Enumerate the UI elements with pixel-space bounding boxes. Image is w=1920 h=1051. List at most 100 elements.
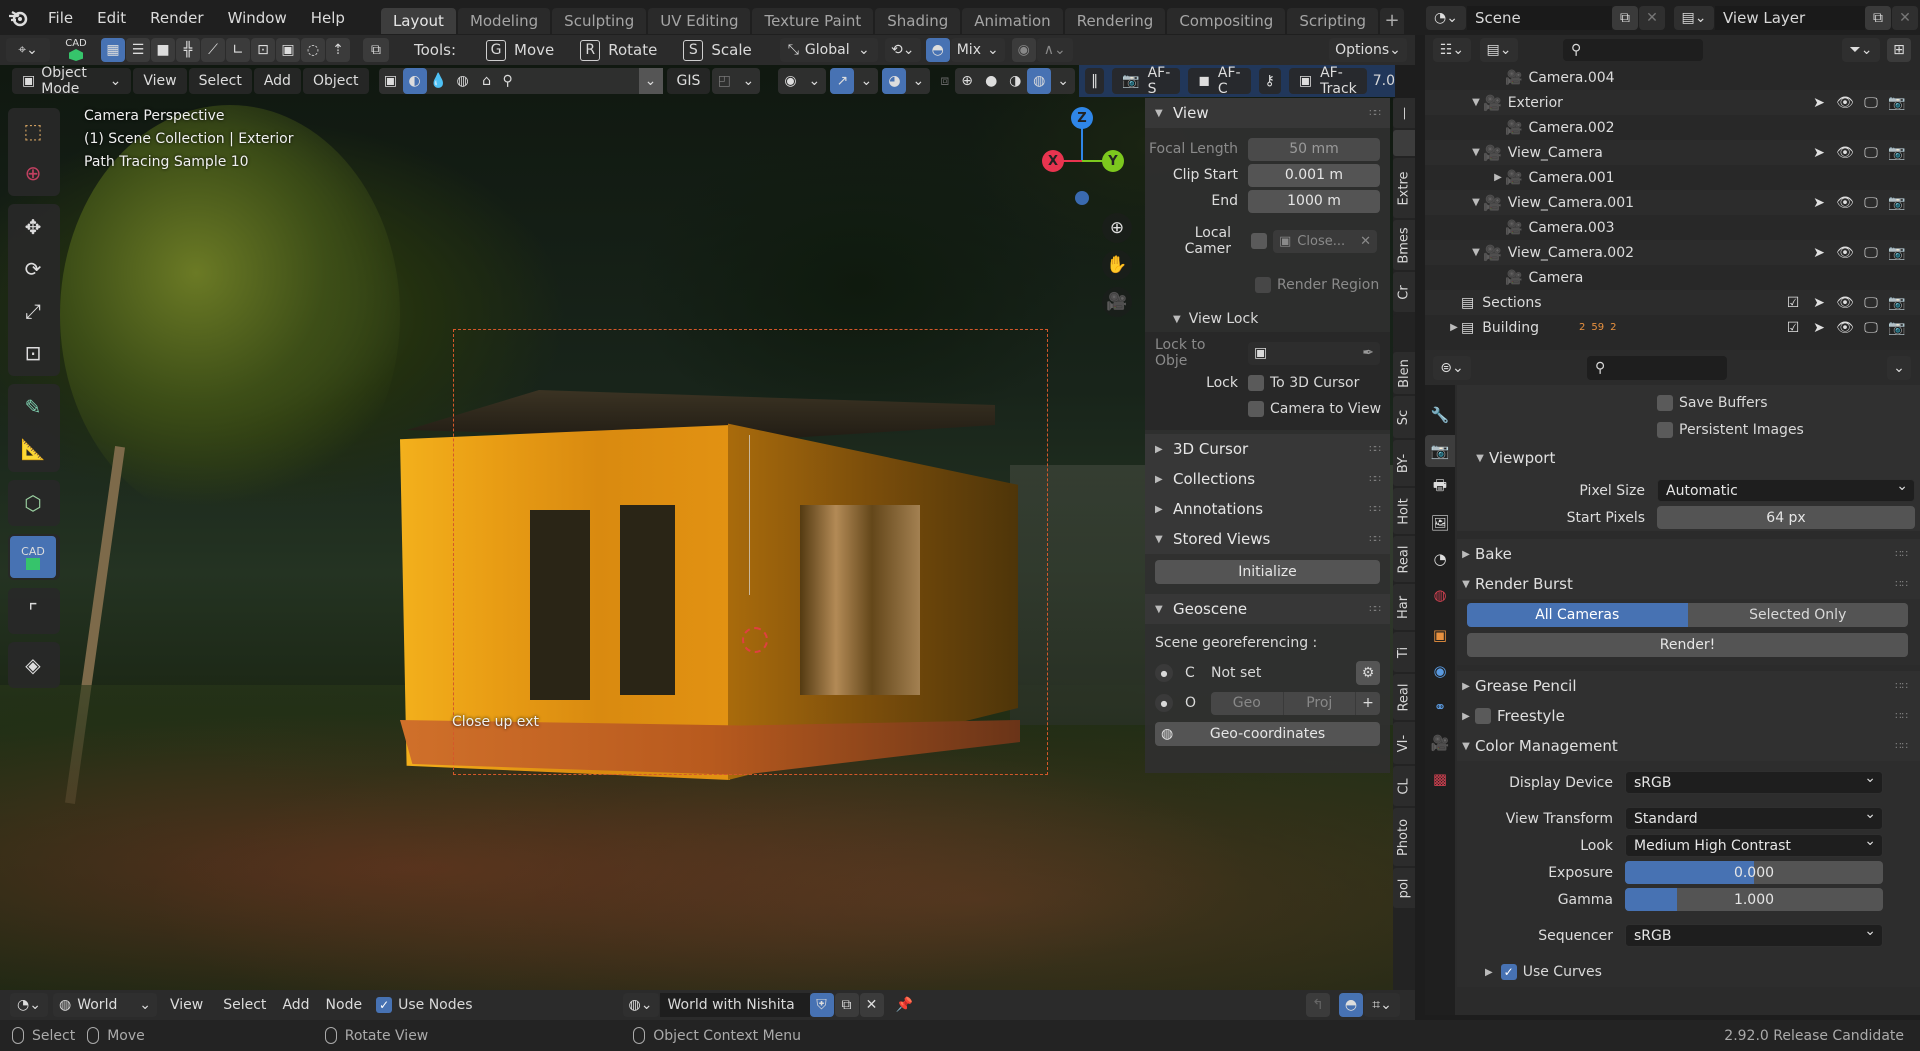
- 3d-cursor[interactable]: [742, 627, 768, 653]
- view-layer-icon[interactable]: ▤⌄: [1674, 5, 1714, 30]
- chevron-down-icon[interactable]: ⌄: [1051, 68, 1075, 94]
- gear-icon[interactable]: ⚙: [1356, 661, 1380, 685]
- workspace-tab-layout[interactable]: Layout: [380, 7, 456, 34]
- sidebar-tab-view[interactable]: [1393, 130, 1415, 156]
- add-focus-icon[interactable]: ⚷: [1258, 68, 1281, 94]
- sidebar-tab-bmes[interactable]: Bmes: [1393, 220, 1415, 270]
- start-pixels-field[interactable]: 64 px: [1657, 506, 1915, 529]
- rendered-shading-icon[interactable]: ◍: [1027, 68, 1052, 94]
- unlink-world-icon[interactable]: ✕: [859, 993, 884, 1017]
- drag-grip-icon[interactable]: ∷∷: [1369, 504, 1381, 515]
- blend-mode-dropdown[interactable]: Mix ⌄: [950, 38, 1005, 62]
- move-tool-button[interactable]: G Move: [486, 39, 554, 61]
- scene-properties-tab-icon[interactable]: ◔: [1425, 543, 1455, 575]
- measure-tool-icon[interactable]: 📐: [10, 428, 56, 470]
- selectable-arrow-icon[interactable]: ➤: [1810, 295, 1828, 311]
- add-workspace-button[interactable]: +: [1380, 7, 1405, 34]
- eye-icon[interactable]: 👁: [1836, 95, 1854, 111]
- expand-arrow-icon[interactable]: ▼: [1469, 247, 1483, 258]
- world-icon[interactable]: ◍: [451, 68, 475, 94]
- view-panel-header[interactable]: ▼ View ∷∷: [1145, 98, 1390, 128]
- visibility-dropdown[interactable]: ◉ ⌄: [778, 68, 827, 94]
- tool-properties-tab-icon[interactable]: 🔧: [1425, 399, 1455, 431]
- monitor-icon[interactable]: 🖵: [1862, 95, 1880, 111]
- drag-grip-icon[interactable]: ∷∷: [1895, 549, 1908, 560]
- drag-grip-icon[interactable]: ∷∷: [1369, 108, 1381, 119]
- workspace-tab-animation[interactable]: Animation: [962, 7, 1063, 34]
- new-view-layer-icon[interactable]: ⧉: [1865, 5, 1891, 30]
- falloff-curve-dropdown[interactable]: ∧⌄: [1036, 38, 1073, 62]
- menu-render[interactable]: Render: [138, 0, 215, 35]
- use-nodes-toggle[interactable]: ✓ Use Nodes: [376, 997, 473, 1013]
- use-curves-header[interactable]: ▶ ✓ Use Curves: [1457, 957, 1920, 987]
- scene-icon[interactable]: ◔⌄: [1426, 5, 1466, 30]
- selectable-arrow-icon[interactable]: ➤: [1810, 195, 1828, 211]
- clear-icon[interactable]: ✕: [1360, 234, 1371, 249]
- snap-lines-icon[interactable]: ☰: [126, 38, 150, 62]
- search-dropdown-icon[interactable]: ⌄: [638, 68, 663, 94]
- monitor-icon[interactable]: 🖵: [1862, 145, 1880, 161]
- sidebar-tab-cl[interactable]: CL: [1393, 766, 1415, 806]
- sidebar-tab-pol[interactable]: pol: [1393, 868, 1415, 908]
- stored-views-panel-header[interactable]: ▼ Stored Views ∷∷: [1145, 524, 1390, 554]
- sidebar-tab-ti[interactable]: Ti: [1393, 632, 1415, 672]
- x-axis-icon[interactable]: X: [1042, 150, 1064, 172]
- origin-radio[interactable]: ●: [1155, 694, 1173, 712]
- blender-logo-icon[interactable]: [0, 0, 36, 35]
- camera-render-icon[interactable]: 📷: [1888, 145, 1906, 161]
- initialize-button[interactable]: Initialize: [1155, 560, 1380, 584]
- outliner-item-name[interactable]: View_Camera.001: [1508, 195, 1634, 211]
- geoscene-panel-header[interactable]: ▼ Geoscene ∷∷: [1145, 594, 1390, 624]
- snap-toggle-icon[interactable]: ◓: [1339, 993, 1363, 1017]
- wireframe-shading-icon[interactable]: ⊕: [955, 68, 979, 94]
- transform-orientation-dropdown[interactable]: ⤡ Global ⌄: [779, 38, 878, 62]
- lock-to-object-field[interactable]: ▣ ✒: [1248, 341, 1380, 365]
- gis-menu[interactable]: GIS: [666, 68, 711, 94]
- camera-render-icon[interactable]: 📷: [1888, 245, 1906, 261]
- overlay-dropdown[interactable]: ◕ ⌄: [882, 68, 931, 94]
- workspace-tab-compositing[interactable]: Compositing: [1167, 7, 1286, 34]
- snap-element-dropdown[interactable]: ⌗⌄: [1364, 993, 1400, 1017]
- copy-settings-icon[interactable]: ⧉: [363, 38, 389, 62]
- af-c-button[interactable]: ◼ AF-C: [1188, 65, 1251, 97]
- menu-object[interactable]: Object: [302, 68, 369, 94]
- duplicate-world-icon[interactable]: ⧉: [834, 993, 859, 1017]
- render-burst-panel-header[interactable]: ▼ Render Burst ∷∷: [1457, 569, 1920, 599]
- gizmo-toggle[interactable]: ◰ ⌄: [712, 68, 761, 94]
- options-dropdown[interactable]: Options ⌄: [1329, 38, 1407, 62]
- snap-tangent-icon[interactable]: ◌: [301, 38, 325, 62]
- sidebar-tab-cr[interactable]: Cr: [1393, 272, 1415, 312]
- expand-arrow-icon[interactable]: ▼: [1469, 197, 1483, 208]
- proj-button[interactable]: Proj: [1284, 691, 1356, 715]
- eye-icon[interactable]: 👁: [1836, 245, 1854, 261]
- menu-view[interactable]: View: [133, 68, 187, 94]
- display-mode-icon[interactable]: ▤⌄: [1480, 38, 1518, 62]
- solid-shading-icon[interactable]: ●: [979, 68, 1003, 94]
- crs-radio[interactable]: ●: [1155, 664, 1173, 682]
- render-properties-tab-icon[interactable]: 📷: [1425, 435, 1455, 467]
- outliner-row[interactable]: 🎥 Camera: [1425, 265, 1920, 290]
- menu-edit[interactable]: Edit: [85, 0, 138, 35]
- outliner-item-name[interactable]: Camera: [1528, 270, 1583, 286]
- menu-window[interactable]: Window: [216, 0, 299, 35]
- node-menu-node[interactable]: Node: [318, 988, 371, 1023]
- rotate-tool-button[interactable]: R Rotate: [580, 39, 657, 61]
- pan-hand-icon[interactable]: ✋: [1102, 250, 1132, 280]
- drag-grip-icon[interactable]: ∷∷: [1895, 711, 1908, 722]
- y-axis-icon[interactable]: Y: [1102, 150, 1124, 172]
- menu-help[interactable]: Help: [299, 0, 357, 35]
- render-button[interactable]: Render!: [1467, 633, 1908, 657]
- search-field[interactable]: ⚲: [499, 68, 639, 94]
- camera-view-icon[interactable]: 🎥: [1102, 287, 1132, 317]
- drag-grip-icon[interactable]: ∷∷: [1895, 741, 1908, 752]
- view-lock-header[interactable]: ▼ View Lock: [1145, 306, 1390, 332]
- snap-center-icon[interactable]: ▣: [276, 38, 300, 62]
- camera-render-icon[interactable]: 📷: [1888, 95, 1906, 111]
- material-shading-icon[interactable]: ◑: [1003, 68, 1027, 94]
- workspace-tab-shading[interactable]: Shading: [875, 7, 961, 34]
- workspace-tab-scripting[interactable]: Scripting: [1287, 7, 1379, 34]
- sidebar-tab-holt[interactable]: Holt: [1393, 488, 1415, 534]
- pixel-size-dropdown[interactable]: Automatic: [1657, 478, 1915, 502]
- editor-type-icon[interactable]: ⌖⌄: [6, 38, 50, 62]
- properties-editor-type-icon[interactable]: ⊜⌄: [1433, 355, 1471, 380]
